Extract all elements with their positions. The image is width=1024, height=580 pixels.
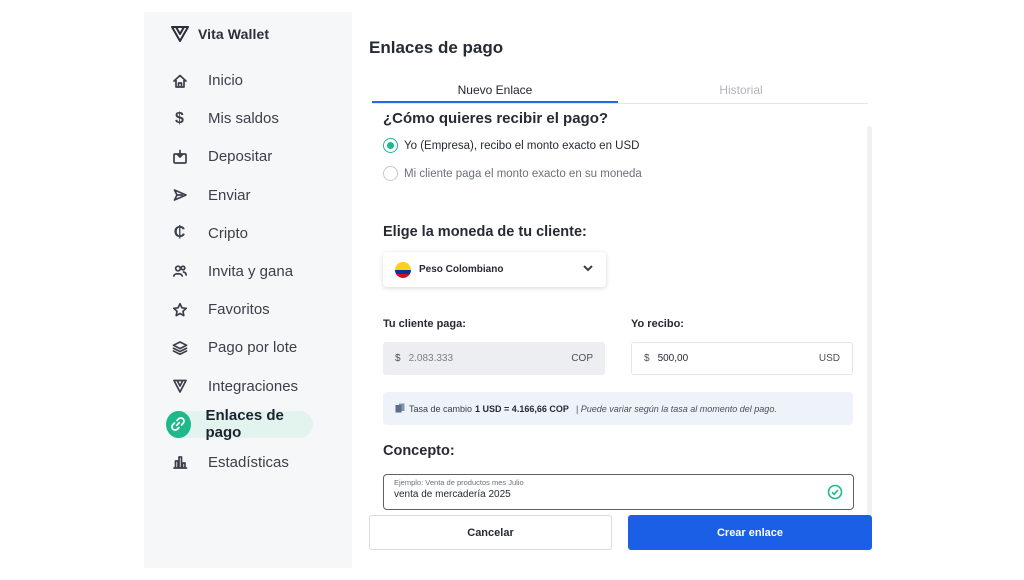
sidebar-item-label: Pago por lote bbox=[208, 339, 298, 357]
cancel-button[interactable]: Cancelar bbox=[369, 515, 612, 550]
sidebar-item-pago-por-lote[interactable]: Pago por lote bbox=[166, 334, 346, 361]
crypto-icon: ₵ bbox=[173, 224, 186, 242]
star-icon bbox=[166, 296, 193, 323]
check-circle-icon bbox=[827, 484, 843, 505]
concept-placeholder: Ejemplo: Venta de productos mes Julio bbox=[394, 478, 524, 487]
sidebar-nav: Inicio $ Mis saldos Depositar Enviar ₵ C… bbox=[166, 67, 346, 487]
client-pays-label: Tu cliente paga: bbox=[383, 318, 466, 330]
dollar-icon: $ bbox=[175, 109, 184, 127]
integrations-icon bbox=[166, 373, 193, 400]
tab-nuevo-enlace[interactable]: Nuevo Enlace bbox=[372, 78, 618, 103]
sidebar-item-integraciones[interactable]: Integraciones bbox=[166, 373, 346, 400]
rate-value: 1 USD = 4.166,66 COP bbox=[475, 403, 569, 414]
client-amount-field: $ 2.083.333 COP bbox=[383, 342, 605, 375]
chevron-down-icon bbox=[582, 261, 594, 279]
brand[interactable]: Vita Wallet bbox=[170, 24, 269, 44]
sidebar-item-label: Depositar bbox=[208, 148, 273, 166]
currency-select[interactable]: Peso Colombiano bbox=[383, 252, 606, 287]
create-link-button[interactable]: Crear enlace bbox=[628, 515, 872, 550]
sidebar-item-label: Cripto bbox=[208, 224, 249, 242]
currency-selected: Peso Colombiano bbox=[419, 264, 504, 275]
concept-title: Concepto: bbox=[383, 443, 455, 459]
home-icon bbox=[166, 67, 193, 94]
client-currency-code: COP bbox=[571, 353, 593, 364]
currency-section-title: Elige la moneda de tu cliente: bbox=[383, 224, 587, 240]
concept-input[interactable]: venta de mercadería 2025 bbox=[394, 489, 843, 500]
currency-symbol: $ bbox=[644, 353, 650, 364]
sidebar-item-label: Integraciones bbox=[208, 377, 299, 395]
rate-note: | Puede variar según la tasa al momento … bbox=[575, 403, 777, 414]
page-title: Enlaces de pago bbox=[369, 38, 504, 57]
tab-historial[interactable]: Historial bbox=[618, 78, 864, 103]
radio-button[interactable] bbox=[383, 138, 398, 153]
sidebar-item-label: Enlaces de pago bbox=[205, 407, 284, 442]
sidebar-item-invita[interactable]: Invita y gana bbox=[166, 258, 346, 285]
bank-icon bbox=[395, 403, 405, 415]
option-label: Yo (Empresa), recibo el monto exacto en … bbox=[404, 139, 640, 152]
sidebar-item-label: Estadísticas bbox=[208, 453, 289, 471]
invite-icon bbox=[166, 258, 193, 285]
layers-icon bbox=[166, 334, 193, 361]
link-icon bbox=[166, 410, 191, 438]
my-currency-code: USD bbox=[818, 353, 840, 364]
brand-name: Vita Wallet bbox=[198, 26, 270, 42]
sidebar-item-estadisticas[interactable]: Estadísticas bbox=[166, 449, 346, 476]
sidebar-item-enviar[interactable]: Enviar bbox=[166, 182, 346, 209]
sidebar: Vita Wallet Inicio $ Mis saldos Deposita… bbox=[144, 12, 352, 568]
i-receive-label: Yo recibo: bbox=[631, 318, 684, 330]
radio-button[interactable] bbox=[383, 166, 398, 181]
tab-bar: Nuevo Enlace Historial bbox=[372, 78, 868, 104]
sidebar-item-label: Inicio bbox=[208, 72, 244, 89]
scrollbar[interactable] bbox=[867, 126, 872, 516]
sidebar-item-depositar[interactable]: Depositar bbox=[166, 143, 346, 170]
rate-prefix: Tasa de cambio bbox=[409, 403, 473, 414]
chart-icon bbox=[166, 449, 193, 476]
vita-logo-icon bbox=[171, 26, 189, 42]
colombia-flag-icon bbox=[395, 261, 411, 278]
exchange-rate-info: Tasa de cambio 1 USD = 4.166,66 COP | Pu… bbox=[383, 392, 853, 425]
my-amount-field[interactable]: $ 500,00 USD bbox=[631, 342, 853, 375]
send-icon bbox=[166, 182, 193, 209]
sidebar-item-label: Favoritos bbox=[208, 301, 270, 319]
concept-field[interactable]: Ejemplo: Venta de productos mes Julio ve… bbox=[383, 474, 854, 510]
sidebar-item-inicio[interactable]: Inicio bbox=[166, 67, 346, 94]
currency-symbol: $ bbox=[395, 353, 401, 364]
sidebar-item-label: Invita y gana bbox=[208, 262, 294, 280]
payment-question: ¿Cómo quieres recibir el pago? bbox=[383, 110, 609, 127]
option-company-receives-usd[interactable]: Yo (Empresa), recibo el monto exacto en … bbox=[383, 138, 639, 153]
sidebar-item-favoritos[interactable]: Favoritos bbox=[166, 296, 346, 323]
my-amount-value[interactable]: 500,00 bbox=[658, 353, 819, 364]
option-label: Mi cliente paga el monto exacto en su mo… bbox=[404, 167, 642, 180]
client-amount-value: 2.083.333 bbox=[408, 353, 454, 364]
sidebar-item-enlaces-de-pago[interactable]: Enlaces de pago bbox=[166, 407, 313, 441]
sidebar-item-label: Mis saldos bbox=[208, 110, 279, 128]
sidebar-item-cripto[interactable]: ₵ Cripto bbox=[166, 220, 346, 247]
deposit-icon bbox=[166, 143, 193, 170]
sidebar-item-mis-saldos[interactable]: $ Mis saldos bbox=[166, 105, 346, 132]
option-client-pays-local[interactable]: Mi cliente paga el monto exacto en su mo… bbox=[383, 166, 642, 181]
sidebar-item-label: Enviar bbox=[208, 186, 251, 204]
